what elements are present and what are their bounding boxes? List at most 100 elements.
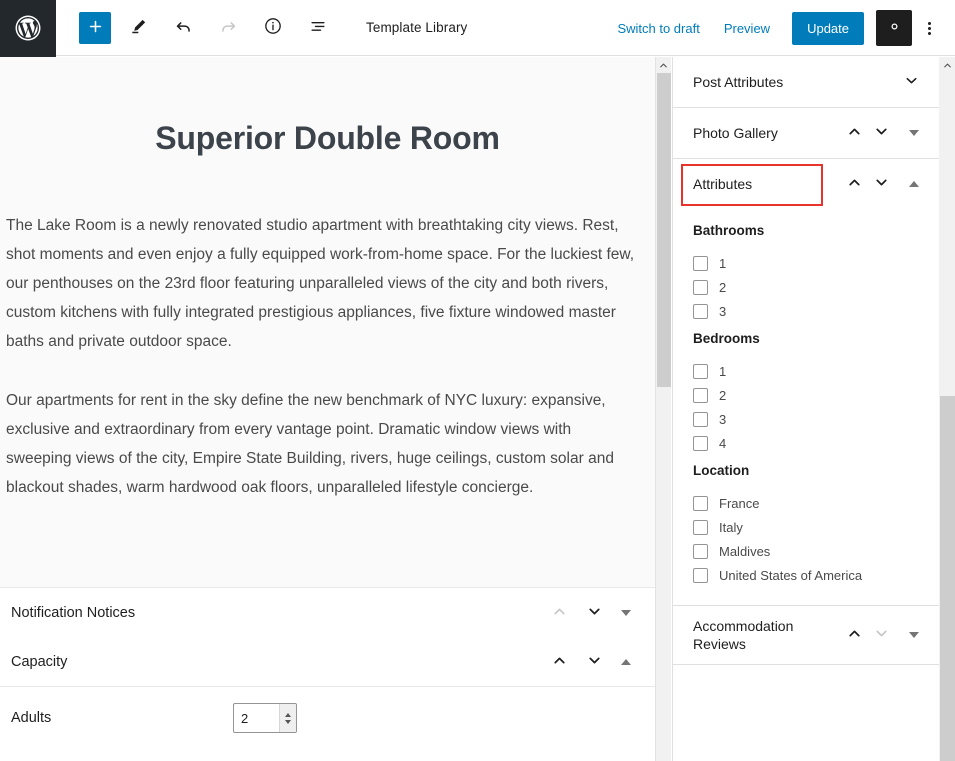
move-up-button[interactable] <box>547 601 572 625</box>
update-button[interactable]: Update <box>792 11 864 45</box>
triangle-down-icon <box>909 632 919 638</box>
more-options-button[interactable] <box>914 10 944 46</box>
toolbar-tool-group <box>79 10 336 46</box>
checkbox[interactable] <box>693 567 708 583</box>
panel-expand-toggle-button[interactable] <box>903 627 925 643</box>
panel-move-down-button[interactable] <box>868 120 895 146</box>
checkbox[interactable] <box>693 543 708 559</box>
panel-move-down-button[interactable] <box>868 622 895 648</box>
checkbox-row[interactable]: 3 <box>693 407 919 431</box>
checkbox-row[interactable]: 3 <box>693 299 919 323</box>
group-title: Bathrooms <box>693 223 765 238</box>
checkbox-row[interactable]: Italy <box>693 515 919 539</box>
checkbox-label: United States of America <box>719 567 863 583</box>
spinner-down-icon[interactable] <box>285 719 291 724</box>
panel-move-up-button[interactable] <box>841 171 868 197</box>
undo-arrow-icon <box>174 17 193 39</box>
block-capacity[interactable]: Capacity <box>0 637 655 686</box>
field-row-adults: Adults <box>0 687 655 749</box>
checkbox[interactable] <box>693 279 708 295</box>
triangle-down-icon <box>621 609 631 616</box>
checkbox-label: 1 <box>719 363 727 379</box>
checkbox[interactable] <box>693 387 708 403</box>
panel-title: Post Attributes <box>693 74 784 90</box>
info-circle-icon <box>263 16 283 39</box>
undo-button[interactable] <box>165 10 201 46</box>
checkbox[interactable] <box>693 255 708 271</box>
tools-edit-button[interactable] <box>120 10 156 46</box>
preview-button[interactable]: Preview <box>712 13 782 44</box>
panel-title: Photo Gallery <box>693 125 778 141</box>
sidebar-panel-accommodation-reviews[interactable]: Accommodation Reviews <box>673 606 939 665</box>
settings-button[interactable] <box>876 10 912 46</box>
list-view-button[interactable] <box>300 10 336 46</box>
group-title: Location <box>693 463 750 478</box>
block-mover-controls <box>547 650 607 674</box>
sidebar-panel-attributes[interactable]: Attributes Bathrooms 1 2 3 Bedrooms 1 2 … <box>673 159 939 606</box>
sidebar-panel-photo-gallery[interactable]: Photo Gallery <box>673 108 939 159</box>
adults-quantity-stepper[interactable] <box>233 703 297 733</box>
chevron-down-icon <box>873 174 890 194</box>
details-button[interactable] <box>255 10 291 46</box>
checkbox-label: Italy <box>719 519 743 535</box>
block-notification-notices[interactable]: Notification Notices <box>0 588 655 637</box>
post-content-block[interactable]: Superior Double Room The Lake Room is a … <box>0 57 655 588</box>
switch-to-draft-button[interactable]: Switch to draft <box>605 13 711 44</box>
checkbox-row[interactable]: 4 <box>693 431 919 455</box>
chevron-down-icon <box>586 652 603 672</box>
sidebar-scrollbar[interactable] <box>939 57 955 761</box>
page-title[interactable]: Superior Double Room <box>0 57 655 157</box>
group-title: Bedrooms <box>693 331 760 346</box>
adults-input[interactable] <box>234 704 279 732</box>
scroll-up-arrow-icon[interactable] <box>656 57 671 73</box>
checkbox-row[interactable]: 2 <box>693 383 919 407</box>
attribute-group-bedrooms: Bedrooms 1 2 3 4 <box>693 331 919 455</box>
chevron-up-icon <box>846 625 863 645</box>
editor-top-toolbar: Template Library Switch to draft Preview… <box>0 0 955 56</box>
paragraph-block[interactable]: Our apartments for rent in the sky defin… <box>0 386 655 502</box>
triangle-up-icon <box>621 658 631 665</box>
canvas-scrollbar-thumb[interactable] <box>657 73 671 387</box>
spinner-up-icon[interactable] <box>285 712 291 717</box>
checkbox[interactable] <box>693 495 708 511</box>
collapse-toggle-button[interactable] <box>613 653 639 671</box>
attribute-group-location: Location France Italy Maldives United St… <box>693 463 919 587</box>
checkbox-row[interactable]: United States of America <box>693 563 919 587</box>
canvas-scrollbar[interactable] <box>655 57 671 761</box>
add-block-button[interactable] <box>79 11 111 44</box>
chevron-down-icon <box>873 123 890 143</box>
plus-icon <box>87 18 104 38</box>
sidebar-scrollbar-thumb[interactable] <box>940 396 955 761</box>
panel-collapse-button[interactable] <box>898 69 925 95</box>
checkbox[interactable] <box>693 363 708 379</box>
stepper-arrows[interactable] <box>279 704 296 732</box>
paragraph-block[interactable]: The Lake Room is a newly renovated studi… <box>0 211 655 356</box>
checkbox-row[interactable]: 1 <box>693 251 919 275</box>
move-down-button[interactable] <box>582 650 607 674</box>
redo-button[interactable] <box>210 10 246 46</box>
checkbox-row[interactable]: France <box>693 491 919 515</box>
expand-toggle-button[interactable] <box>613 604 639 622</box>
checkbox-label: 3 <box>719 303 727 319</box>
settings-sidebar: Post Attributes Photo Gallery Attributes… <box>672 57 939 761</box>
panel-move-up-button[interactable] <box>841 622 868 648</box>
checkbox[interactable] <box>693 411 708 427</box>
chevron-down-icon <box>873 625 890 645</box>
panel-collapse-toggle-button[interactable] <box>903 176 925 192</box>
checkbox-row[interactable]: 2 <box>693 275 919 299</box>
scroll-up-arrow-icon[interactable] <box>939 57 955 73</box>
checkbox[interactable] <box>693 303 708 319</box>
panel-expand-toggle-button[interactable] <box>903 125 925 141</box>
move-up-button[interactable] <box>547 650 572 674</box>
wordpress-logo-icon[interactable] <box>0 0 56 56</box>
sidebar-panel-post-attributes[interactable]: Post Attributes <box>673 57 939 108</box>
checkbox-row[interactable]: Maldives <box>693 539 919 563</box>
kebab-menu-icon <box>927 20 931 37</box>
panel-move-up-button[interactable] <box>841 120 868 146</box>
checkbox[interactable] <box>693 435 708 451</box>
panel-move-down-button[interactable] <box>868 171 895 197</box>
checkbox-row[interactable]: 1 <box>693 359 919 383</box>
checkbox[interactable] <box>693 519 708 535</box>
move-down-button[interactable] <box>582 601 607 625</box>
attribute-group-bathrooms: Bathrooms 1 2 3 <box>693 223 919 323</box>
